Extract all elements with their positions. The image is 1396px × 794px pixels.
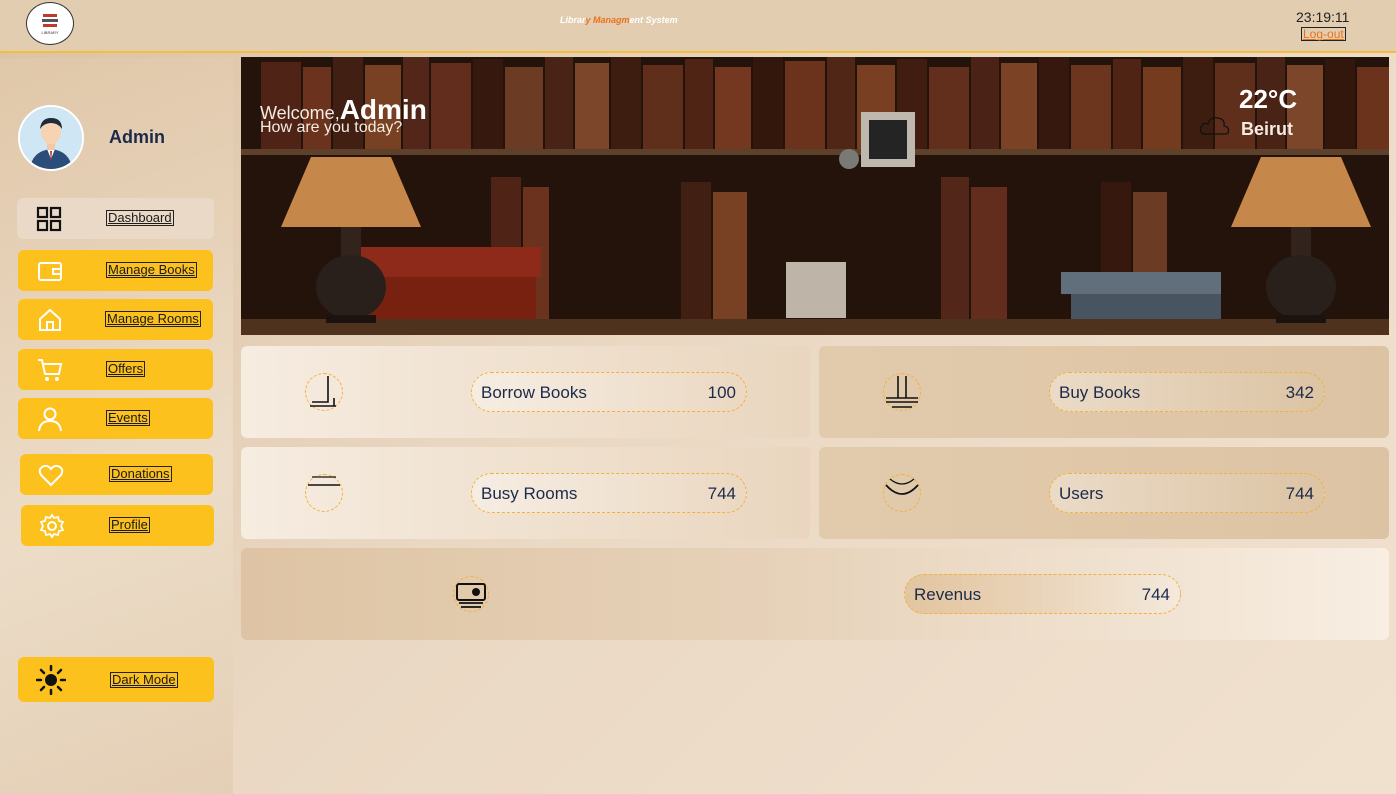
busy-rooms-icon — [305, 474, 343, 512]
logo-book-stack-2 — [42, 18, 58, 22]
stat-value: 744 — [707, 484, 736, 503]
grid-icon — [36, 206, 62, 232]
sidebar-item-dashboard[interactable]: Dashboard — [17, 198, 214, 239]
app-title-part: Managm — [593, 15, 630, 25]
app-title-part: System — [645, 15, 678, 25]
stat-value: 744 — [1141, 585, 1170, 604]
dark-mode-label: Dark Mode — [110, 672, 178, 688]
app-title: Library Managment System — [560, 15, 678, 25]
sidebar-item-profile[interactable]: Profile — [21, 505, 214, 546]
stat-pill: Users 744 — [1049, 473, 1325, 513]
stat-pill: Borrow Books 100 — [471, 372, 747, 412]
app-title-part: y — [585, 15, 594, 25]
user-name: Admin — [109, 127, 165, 147]
buy-books-icon — [883, 373, 921, 411]
stat-value: 100 — [707, 383, 736, 402]
sidebar-item-label: Profile — [109, 517, 150, 533]
stat-card-buy-books[interactable]: Buy Books 342 — [819, 346, 1389, 438]
stat-card-busy-rooms[interactable]: Busy Rooms 744 — [241, 447, 810, 539]
dark-mode-toggle[interactable]: Dark Mode — [18, 657, 214, 702]
sidebar-item-label: Manage Rooms — [105, 311, 201, 327]
stat-label: Busy Rooms — [481, 484, 578, 503]
heart-icon — [38, 464, 64, 487]
user-icon — [38, 407, 62, 432]
users-icon — [883, 474, 921, 512]
stat-label: Revenus — [914, 585, 982, 604]
top-header: LIBRARY Library Managment System 23:19:1… — [0, 0, 1396, 53]
sidebar-item-label: Manage Books — [106, 262, 197, 278]
sidebar-item-label: Donations — [109, 466, 172, 482]
sidebar-item-label: Dashboard — [106, 210, 174, 226]
app-title-part: Librar — [560, 15, 586, 25]
stat-label: Users — [1059, 484, 1104, 503]
borrow-books-icon — [305, 373, 343, 411]
stat-label: Borrow Books — [481, 383, 587, 402]
sidebar-item-donations[interactable]: Donations — [20, 454, 213, 495]
city-name: Beirut — [1241, 119, 1294, 139]
stat-card-users[interactable]: Users 744 — [819, 447, 1389, 539]
app-title-part: ent — [629, 15, 646, 25]
sidebar: Admin Dashboard Manage Books Manage Room… — [0, 58, 233, 794]
sidebar-item-label: Events — [106, 410, 150, 426]
cart-icon — [38, 359, 63, 381]
sun-icon — [36, 665, 66, 695]
avatar[interactable] — [18, 105, 84, 171]
cloud-icon — [1199, 116, 1230, 135]
logout-link[interactable]: Log-out — [1301, 27, 1346, 41]
stat-pill: Busy Rooms 744 — [471, 473, 747, 513]
stat-card-revenue[interactable]: Revenus 744 — [241, 548, 1389, 640]
clock: 23:19:11 — [1296, 9, 1350, 25]
logo-book-stack — [43, 13, 57, 17]
sidebar-item-events[interactable]: Events — [18, 398, 213, 439]
greeting-subtitle: How are you today? — [260, 119, 403, 136]
logo-text: LIBRARY — [41, 29, 59, 35]
temperature: 22°C — [1239, 84, 1298, 114]
stat-value: 744 — [1285, 484, 1314, 503]
money-icon — [453, 576, 489, 612]
stat-pill: Buy Books 342 — [1049, 372, 1325, 412]
library-logo[interactable]: LIBRARY — [26, 2, 74, 45]
stat-label: Buy Books — [1059, 383, 1141, 402]
wallet-icon — [38, 262, 62, 281]
welcome-banner: Welcome,Admin How are you today? 22°C Be… — [241, 57, 1389, 335]
logo-book-stack-3 — [43, 23, 57, 27]
gear-icon — [39, 513, 65, 539]
sidebar-item-offers[interactable]: Offers — [18, 349, 213, 390]
home-icon — [39, 308, 61, 331]
sidebar-item-label: Offers — [106, 361, 146, 377]
stat-card-borrow-books[interactable]: Borrow Books 100 — [241, 346, 810, 438]
sidebar-item-manage-books[interactable]: Manage Books — [18, 250, 213, 291]
stat-pill: Revenus 744 — [904, 574, 1181, 614]
stat-value: 342 — [1285, 383, 1314, 402]
avatar-illustration-icon — [20, 107, 82, 169]
sidebar-item-manage-rooms[interactable]: Manage Rooms — [18, 299, 213, 340]
